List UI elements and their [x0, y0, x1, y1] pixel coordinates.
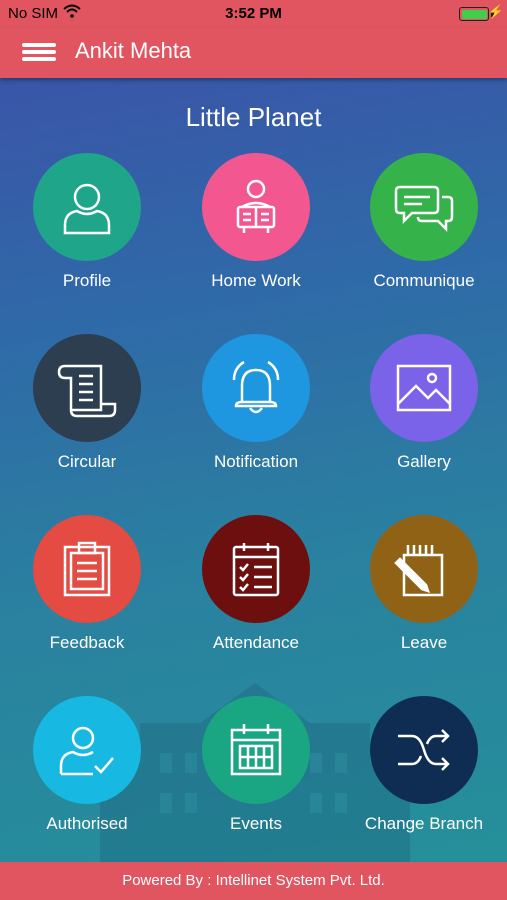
tile-profile-label: Profile — [62, 271, 112, 290]
homework-icon — [236, 179, 276, 233]
tile-authorised-circle — [33, 696, 141, 804]
write-icon — [394, 545, 444, 597]
profile-icon — [63, 183, 111, 235]
tile-change-branch-circle — [370, 696, 478, 804]
tile-circular-circle — [33, 334, 141, 442]
tile-circular[interactable]: Circular — [12, 334, 162, 494]
tile-leave-circle — [370, 515, 478, 623]
tile-profile-circle — [33, 153, 141, 261]
tile-gallery-circle — [370, 334, 478, 442]
status-time: 3:52 PM — [225, 5, 282, 22]
battery-icon — [459, 7, 489, 21]
tile-home-work-circle — [202, 153, 310, 261]
tile-events-circle — [202, 696, 310, 804]
tile-events-label: Events — [230, 814, 282, 833]
tile-feedback-label: Feedback — [49, 633, 125, 652]
calendar-icon — [230, 724, 282, 776]
tile-attendance[interactable]: Attendance — [181, 515, 331, 675]
tile-change-branch[interactable]: Change Branch — [349, 696, 499, 856]
tile-home-work[interactable]: Home Work — [181, 153, 331, 313]
tile-circular-label: Circular — [57, 452, 117, 471]
app-bar: Ankit Mehta — [0, 28, 507, 78]
tile-leave-label: Leave — [400, 633, 448, 652]
tile-change-branch-label: Change Branch — [364, 814, 484, 833]
user-name-title: Ankit Mehta — [75, 38, 192, 63]
clipboard-icon — [63, 541, 111, 597]
powered-by-text: Powered By : Intellinet System Pvt. Ltd. — [122, 872, 385, 889]
tile-gallery[interactable]: Gallery — [349, 334, 499, 494]
tile-notification-label: Notification — [213, 452, 299, 471]
tile-notification-circle — [202, 334, 310, 442]
bell-icon — [232, 360, 280, 414]
tile-notification[interactable]: Notification — [181, 334, 331, 494]
tile-communique[interactable]: Communique — [349, 153, 499, 313]
tile-attendance-circle — [202, 515, 310, 623]
tile-profile[interactable]: Profile — [12, 153, 162, 313]
menu-icon[interactable] — [22, 40, 56, 64]
tile-events[interactable]: Events — [181, 696, 331, 856]
tile-home-work-label: Home Work — [211, 271, 301, 290]
charging-icon: ⚡ — [487, 4, 504, 19]
calendar-check-icon — [232, 543, 280, 597]
tile-authorised-label: Authorised — [46, 814, 128, 833]
school-name: Little Planet — [185, 102, 322, 132]
scroll-icon — [57, 364, 117, 418]
shuffle-icon — [398, 729, 450, 771]
tile-feedback-circle — [33, 515, 141, 623]
user-check-icon — [59, 726, 114, 776]
tile-communique-circle — [370, 153, 478, 261]
tile-authorised[interactable]: Authorised — [12, 696, 162, 856]
tile-attendance-label: Attendance — [212, 633, 299, 652]
tile-communique-label: Communique — [373, 271, 475, 290]
chat-icon — [394, 185, 454, 233]
status-bar: No SIM 3:52 PM ⚡ — [0, 0, 507, 28]
footer: Powered By : Intellinet System Pvt. Ltd. — [0, 862, 507, 900]
dashboard: Little Planet Profile Home Work Communiq… — [0, 78, 507, 862]
tile-gallery-label: Gallery — [397, 452, 451, 471]
tile-leave[interactable]: Leave — [349, 515, 499, 675]
tile-feedback[interactable]: Feedback — [12, 515, 162, 675]
image-icon — [396, 364, 452, 412]
